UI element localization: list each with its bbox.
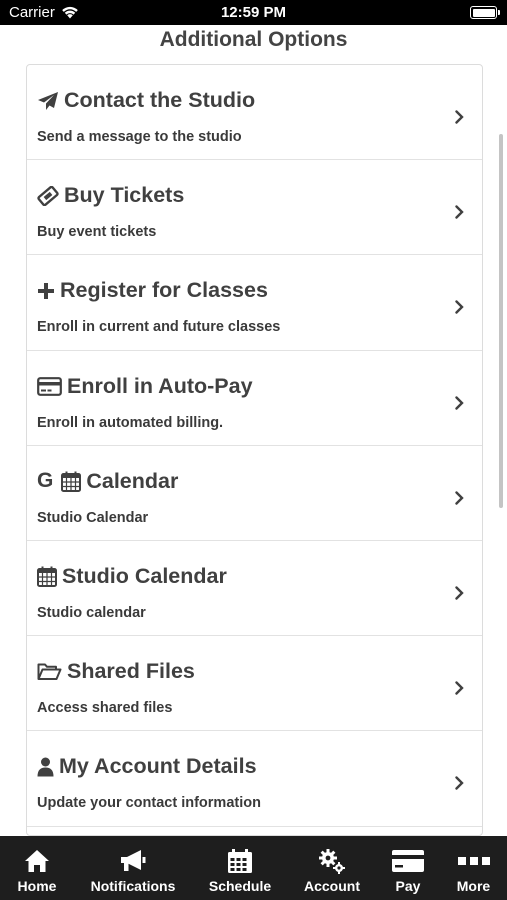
option-title: Contact the Studio	[64, 88, 256, 112]
tab-schedule[interactable]: Schedule	[192, 836, 288, 900]
option-title: Buy Tickets	[64, 183, 185, 208]
tab-label: More	[456, 878, 491, 894]
option-buy-tickets[interactable]: Buy Tickets Buy event tickets	[27, 160, 482, 256]
chevron-right-icon	[455, 681, 464, 695]
tab-label: Pay	[395, 878, 421, 894]
gears-icon	[318, 846, 346, 876]
option-title: Studio Calendar	[62, 563, 227, 588]
tab-home[interactable]: Home	[0, 836, 74, 900]
user-icon	[37, 757, 54, 777]
option-title: My Account Details	[59, 754, 257, 779]
option-title: Register for Classes	[60, 278, 268, 303]
tab-label: Schedule	[208, 878, 272, 894]
credit-card-icon	[391, 846, 425, 876]
tab-label: Home	[17, 878, 57, 894]
option-google-calendar[interactable]: G Calendar Studio Calendar	[27, 446, 482, 541]
option-title: Calendar	[86, 468, 179, 493]
plus-icon	[37, 282, 55, 300]
option-subtitle: Buy event tickets	[37, 224, 157, 241]
calendar-icon	[227, 846, 253, 876]
folder-open-icon	[37, 662, 62, 681]
scrollbar[interactable]	[499, 134, 503, 508]
chevron-right-icon	[455, 110, 464, 124]
chevron-right-icon	[455, 586, 464, 600]
page-title: Additional Options	[159, 28, 348, 51]
option-studio-calendar[interactable]: Studio Calendar Studio calendar	[27, 541, 482, 637]
tab-more[interactable]: More	[440, 836, 507, 900]
tab-account[interactable]: Account	[288, 836, 376, 900]
option-subtitle: Access shared files	[37, 700, 173, 717]
megaphone-icon	[119, 846, 147, 876]
chevron-right-icon	[455, 205, 464, 219]
option-subtitle: Update your contact information	[37, 795, 261, 812]
google-icon: G	[37, 469, 54, 493]
calendar-icon	[37, 566, 57, 587]
option-account-details[interactable]: My Account Details Update your contact i…	[27, 731, 482, 827]
paper-plane-icon	[37, 91, 59, 111]
option-subtitle: Studio Calendar	[37, 509, 149, 526]
tab-label: Account	[304, 878, 360, 894]
option-title: Enroll in Auto-Pay	[67, 373, 253, 398]
option-title: Shared Files	[67, 659, 195, 684]
bottom-tab-bar: Home Notifications Schedule Account Pay …	[0, 836, 507, 900]
tab-notifications[interactable]: Notifications	[74, 836, 192, 900]
status-bar: Carrier 12:59 PM	[0, 0, 507, 25]
chevron-right-icon	[455, 300, 464, 315]
credit-card-icon	[37, 376, 62, 396]
tab-label: Notifications	[90, 878, 176, 894]
chevron-right-icon	[455, 395, 464, 410]
battery-icon	[470, 6, 500, 19]
chevron-right-icon	[455, 776, 464, 791]
more-icon	[457, 846, 490, 876]
home-icon	[24, 846, 50, 876]
option-enroll-autopay[interactable]: Enroll in Auto-Pay Enroll in automated b…	[27, 351, 482, 446]
options-list: Contact the Studio Send a message to the…	[26, 64, 483, 836]
chevron-right-icon	[455, 491, 464, 505]
option-subtitle: Studio calendar	[37, 604, 146, 621]
ticket-icon	[37, 185, 59, 206]
option-subtitle: Send a message to the studio	[37, 129, 242, 145]
tab-pay[interactable]: Pay	[376, 836, 440, 900]
status-time: 12:59 PM	[220, 4, 287, 21]
option-contact-studio[interactable]: Contact the Studio Send a message to the…	[27, 65, 482, 161]
option-shared-files[interactable]: Shared Files Access shared files	[27, 636, 482, 732]
option-subtitle: Enroll in current and future classes	[37, 319, 281, 336]
calendar-icon	[61, 471, 82, 492]
option-subtitle: Enroll in automated billing.	[37, 414, 224, 431]
option-register-classes[interactable]: Register for Classes Enroll in current a…	[27, 255, 482, 351]
